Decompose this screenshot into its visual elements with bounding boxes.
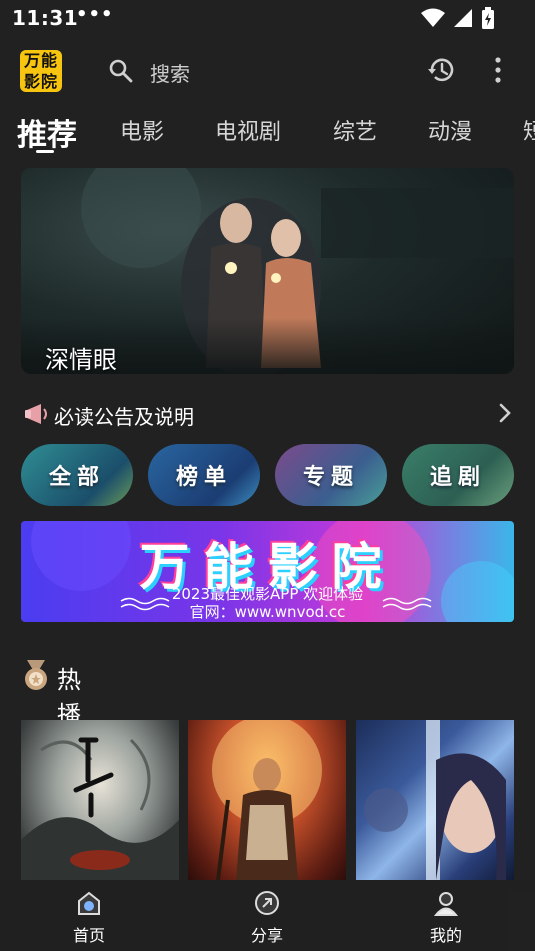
poster-image	[21, 737, 179, 880]
poster-card[interactable]	[356, 720, 514, 880]
logo-line2: 影院	[23, 72, 58, 91]
battery-icon	[482, 7, 494, 29]
category-all-button[interactable]: 全部	[21, 444, 133, 506]
nav-home[interactable]: 首页	[39, 890, 139, 946]
app-logo[interactable]: 万能 影院	[20, 50, 62, 92]
tab-recommend[interactable]: 推荐	[17, 110, 77, 154]
home-icon	[78, 891, 100, 915]
status-time: 11:31	[12, 6, 79, 30]
tab-short[interactable]: 短	[523, 114, 535, 146]
poster-card[interactable]	[188, 720, 346, 880]
nav-mine-label: 我的	[429, 926, 462, 945]
nav-share[interactable]: 分享	[217, 890, 317, 946]
category-ranking-button[interactable]: 榜单	[148, 444, 260, 506]
megaphone-icon	[25, 404, 47, 424]
wifi-icon	[421, 8, 445, 27]
notice-label: 必读公告及说明	[54, 405, 194, 429]
promo-site: 官网：www.wnvod.cc	[189, 603, 346, 621]
active-tab-indicator	[36, 150, 54, 153]
nav-mine[interactable]: 我的	[396, 890, 496, 946]
profile-icon	[433, 892, 459, 916]
tab-anime[interactable]: 动漫	[428, 114, 472, 146]
signal-icon	[454, 9, 472, 27]
banner-title: 深情眼	[45, 346, 117, 374]
history-icon[interactable]	[426, 55, 456, 85]
hot-posters	[21, 720, 514, 880]
category-tabs: 推荐 电影 电视剧 综艺 动漫 短	[0, 106, 535, 160]
tab-movies[interactable]: 电影	[120, 114, 164, 146]
poster-card[interactable]	[21, 720, 179, 880]
medal-icon	[25, 660, 47, 690]
more-options-icon[interactable]	[491, 56, 505, 84]
quick-categories: 全部 榜单 专题 追剧	[21, 444, 514, 506]
notification-dots: •••	[76, 4, 114, 25]
logo-line1: 万能	[23, 51, 58, 70]
share-icon	[255, 891, 279, 915]
top-bar: 万能 影院 搜索	[0, 46, 535, 98]
category-follow-button[interactable]: 追剧	[402, 444, 514, 506]
tab-variety[interactable]: 综艺	[333, 114, 377, 146]
tab-tv-series[interactable]: 电视剧	[215, 114, 281, 146]
featured-banner[interactable]: 深情眼	[21, 168, 514, 374]
nav-share-label: 分享	[250, 926, 283, 945]
poster-image	[212, 720, 322, 880]
status-icons	[421, 7, 495, 29]
search-icon[interactable]	[108, 58, 134, 84]
poster-image	[364, 720, 506, 880]
nav-home-label: 首页	[72, 926, 105, 945]
bottom-navigation: 首页 分享 我的	[0, 880, 535, 951]
promo-banner[interactable]: 万能影院 2023最佳观影APP 欢迎体验 官网：www.wnvod.cc	[21, 521, 514, 622]
chevron-right-icon	[499, 403, 511, 423]
category-topics-button[interactable]: 专题	[275, 444, 387, 506]
status-bar: 11:31 •••	[0, 0, 535, 38]
search-input[interactable]: 搜索	[150, 58, 190, 87]
notice-row[interactable]: 必读公告及说明	[21, 394, 514, 434]
